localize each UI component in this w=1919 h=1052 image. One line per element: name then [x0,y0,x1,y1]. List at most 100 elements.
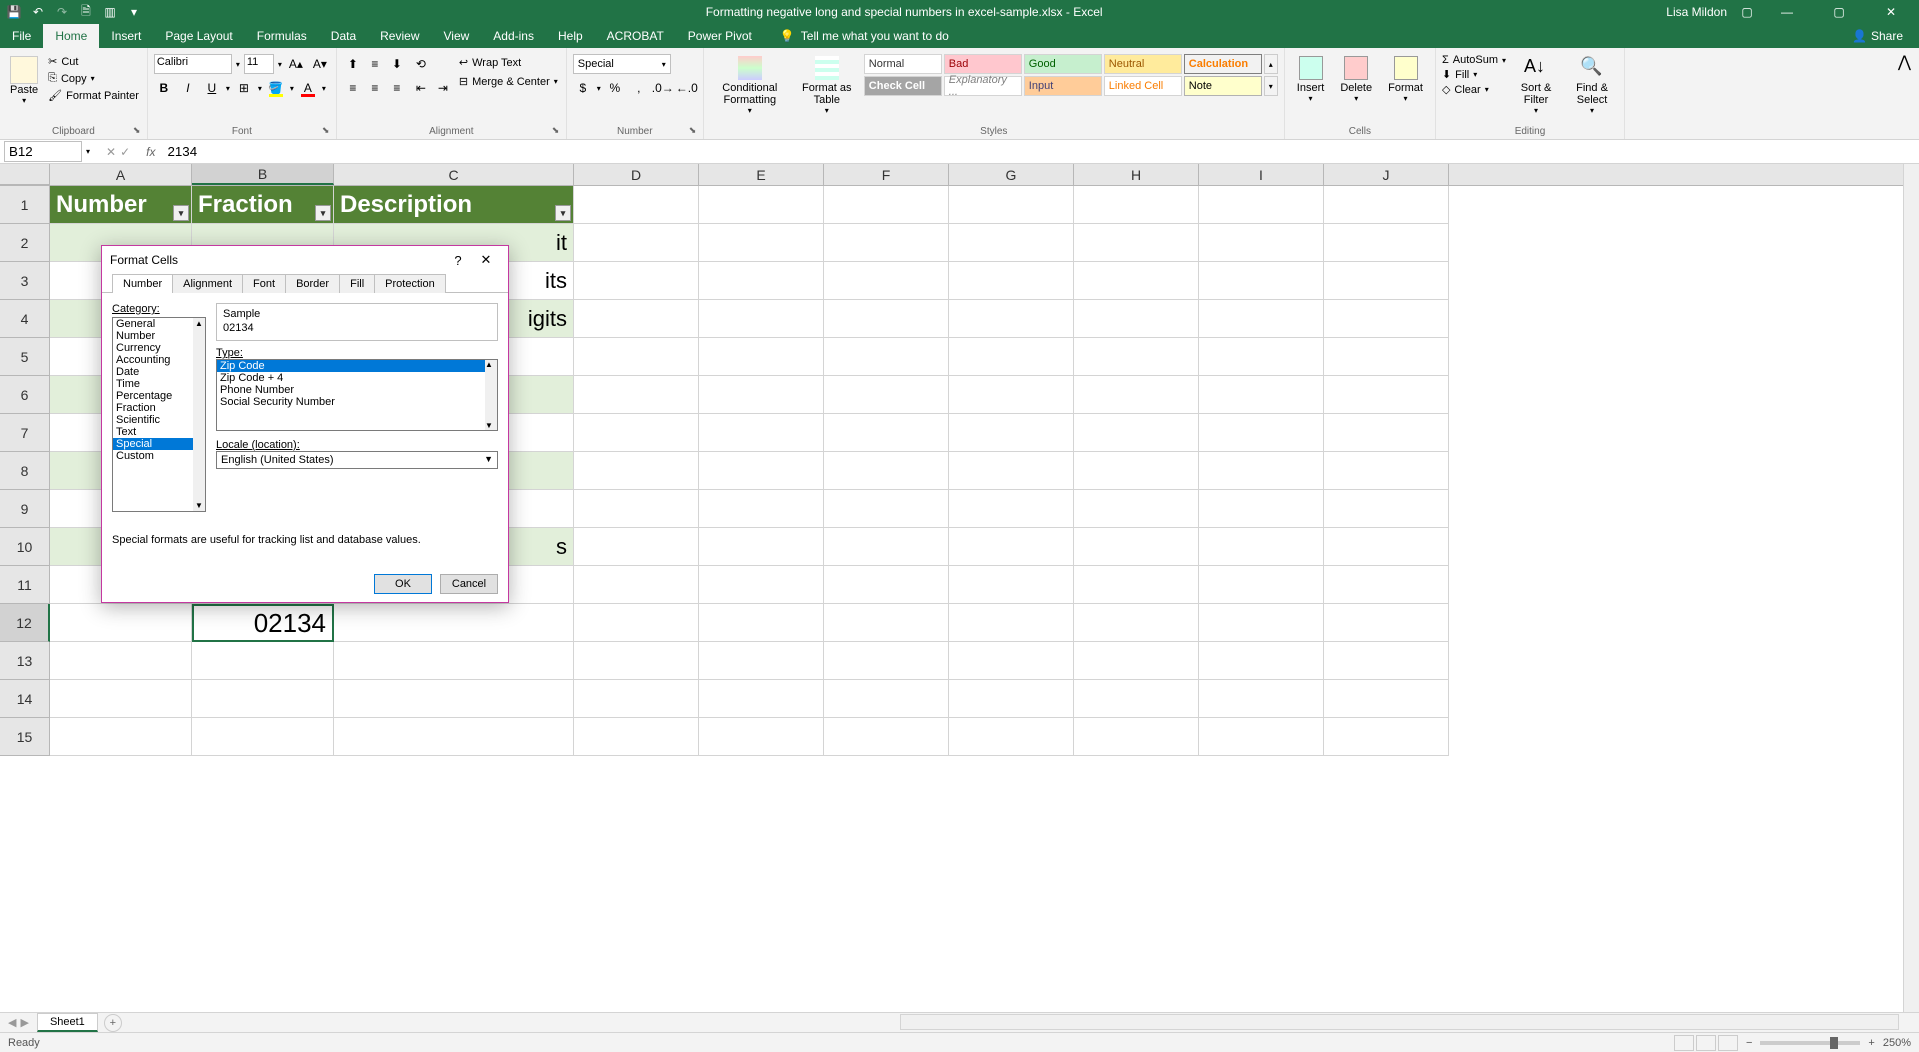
cut-button[interactable]: ✂Cut [46,54,141,69]
enter-formula-icon[interactable]: ✓ [120,145,130,159]
format-painter-button[interactable]: 🖌Format Painter [46,88,141,103]
cell-d1[interactable] [574,186,699,224]
locale-dropdown-icon[interactable]: ▼ [484,454,493,466]
underline-button[interactable]: U [202,78,222,98]
zoom-slider[interactable] [1760,1041,1860,1045]
style-check-cell[interactable]: Check Cell [864,76,942,96]
category-item[interactable]: General [113,318,193,330]
zoom-out-icon[interactable]: − [1746,1037,1752,1049]
style-input[interactable]: Input [1024,76,1102,96]
merge-center-button[interactable]: ⊟Merge & Center▾ [457,73,560,90]
tab-insert[interactable]: Insert [99,24,153,48]
category-item-selected[interactable]: Special [113,438,193,450]
style-linked-cell[interactable]: Linked Cell [1104,76,1182,96]
tab-power-pivot[interactable]: Power Pivot [676,24,764,48]
filter-icon[interactable]: ▾ [173,205,189,221]
paste-button[interactable]: Paste ▾ [6,54,42,107]
fill-dropdown-icon[interactable]: ▾ [1473,70,1477,79]
category-item[interactable]: Accounting [113,354,193,366]
maximize-button[interactable]: ▢ [1819,0,1859,24]
format-dropdown-icon[interactable]: ▾ [1404,94,1408,103]
category-item[interactable]: Number [113,330,193,342]
delete-dropdown-icon[interactable]: ▾ [1354,94,1358,103]
category-item[interactable]: Scientific [113,414,193,426]
col-head-c[interactable]: C [334,164,574,185]
filter-icon[interactable]: ▾ [555,205,571,221]
dialog-tab-protection[interactable]: Protection [374,274,446,293]
tab-formulas[interactable]: Formulas [245,24,319,48]
account-name[interactable]: Lisa Mildon [1666,5,1727,19]
save-icon[interactable]: 💾 [6,4,22,20]
tab-view[interactable]: View [432,24,482,48]
col-head-i[interactable]: I [1199,164,1324,185]
dialog-titlebar[interactable]: Format Cells ? ✕ [102,246,508,274]
copy-dropdown-icon[interactable]: ▾ [91,74,95,83]
fill-color-dropdown-icon[interactable]: ▾ [290,84,294,93]
align-left-button[interactable]: ≡ [343,78,363,98]
tab-acrobat[interactable]: ACROBAT [595,24,676,48]
font-name-select[interactable]: Calibri [154,54,232,74]
scroll-down-icon[interactable]: ▼ [485,421,497,430]
scroll-up-icon[interactable]: ▲ [485,360,497,369]
col-head-b[interactable]: B [192,164,334,185]
borders-button[interactable]: ⊞ [234,78,254,98]
merge-dropdown-icon[interactable]: ▾ [554,77,558,86]
category-item[interactable]: Custom [113,450,193,462]
cell-c1[interactable]: Description▾ [334,186,574,224]
tab-file[interactable]: File [0,24,43,48]
name-box-dropdown-icon[interactable]: ▾ [86,147,98,156]
formula-input[interactable] [163,142,1919,161]
zoom-handle[interactable] [1830,1037,1838,1049]
zoom-in-icon[interactable]: + [1868,1037,1874,1049]
ok-button[interactable]: OK [374,574,432,594]
sheet-tab-1[interactable]: Sheet1 [37,1013,98,1032]
category-item[interactable]: Fraction [113,402,193,414]
bold-button[interactable]: B [154,78,174,98]
orientation-button[interactable]: ⟲ [411,54,431,74]
accounting-dropdown-icon[interactable]: ▾ [597,84,601,93]
paste-dropdown-icon[interactable]: ▾ [22,96,26,105]
locale-select[interactable]: English (United States) ▼ [216,451,498,469]
collapse-ribbon-icon[interactable]: ⋀ [1890,48,1919,139]
close-button[interactable]: ✕ [1871,0,1911,24]
format-cells-button[interactable]: Format▾ [1382,54,1429,105]
cancel-button[interactable]: Cancel [440,574,498,594]
dialog-close-button[interactable]: ✕ [472,246,500,274]
increase-decimal-button[interactable]: .0→ [653,78,673,98]
cf-dropdown-icon[interactable]: ▾ [748,106,752,115]
autosum-dropdown-icon[interactable]: ▾ [1502,56,1506,65]
type-item[interactable]: Social Security Number [217,396,485,408]
category-item[interactable]: Percentage [113,390,193,402]
insert-cells-button[interactable]: Insert▾ [1291,54,1331,105]
decrease-decimal-button[interactable]: ←.0 [677,78,697,98]
add-sheet-button[interactable]: + [104,1014,122,1032]
font-color-button[interactable]: A [298,78,318,98]
col-head-h[interactable]: H [1074,164,1199,185]
row-head-2[interactable]: 2 [0,224,50,262]
cell-a1[interactable]: Number▾ [50,186,192,224]
category-item[interactable]: Time [113,378,193,390]
increase-font-button[interactable]: A▴ [286,54,306,74]
font-size-select[interactable]: 11 [244,54,274,74]
page-layout-view-button[interactable] [1696,1035,1716,1051]
styles-more-icon[interactable]: ▾ [1264,76,1278,96]
col-head-a[interactable]: A [50,164,192,185]
sheet-nav-next-icon[interactable]: ▶ [20,1016,28,1029]
increase-indent-button[interactable]: ⇥ [433,78,453,98]
cell-b12[interactable]: 02134 [192,604,334,642]
name-box[interactable] [4,141,82,162]
style-good[interactable]: Good [1024,54,1102,74]
filter-icon[interactable]: ▾ [315,205,331,221]
align-center-button[interactable]: ≡ [365,78,385,98]
col-head-g[interactable]: G [949,164,1074,185]
tab-home[interactable]: Home [43,24,99,48]
page-break-view-button[interactable] [1718,1035,1738,1051]
font-name-dropdown-icon[interactable]: ▾ [236,60,240,69]
style-bad[interactable]: Bad [944,54,1022,74]
sheet-nav-prev-icon[interactable]: ◀ [8,1016,16,1029]
normal-view-button[interactable] [1674,1035,1694,1051]
type-scrollbar[interactable]: ▲▼ [485,360,497,430]
copy-button[interactable]: ⎘Copy▾ [46,71,141,86]
category-item[interactable]: Date [113,366,193,378]
tell-me[interactable]: 💡 Tell me what you want to do [764,29,949,43]
